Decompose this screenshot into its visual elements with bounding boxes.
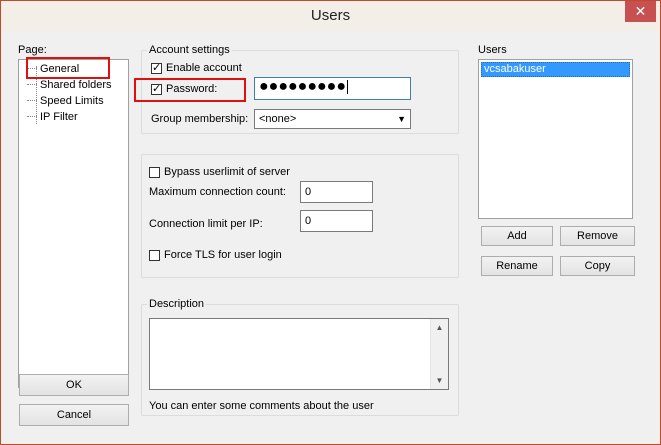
connection-limit-ip-label: Connection limit per IP: <box>149 218 263 230</box>
description-title: Description <box>147 298 207 310</box>
enable-account-checkbox[interactable]: ✓ <box>151 63 162 74</box>
check-icon: ✓ <box>152 83 162 95</box>
group-membership-label: Group membership: <box>151 113 249 125</box>
page-tree[interactable]: General Shared folders Speed Limits IP F… <box>18 59 129 388</box>
tree-item-speed-limits[interactable]: Speed Limits <box>19 94 104 108</box>
chevron-down-icon: ▼ <box>397 114 406 124</box>
window-title: Users <box>310 7 351 24</box>
description-hint: You can enter some comments about the us… <box>149 400 374 412</box>
copy-user-button[interactable]: Copy <box>560 256 635 276</box>
description-scrollbar[interactable]: ▲ ▼ <box>430 319 448 389</box>
dialog-client-area: Page: General Shared folders Speed Limit… <box>8 31 653 439</box>
bypass-userlimit-checkbox[interactable] <box>149 167 160 178</box>
max-connection-input[interactable]: 0 <box>300 181 373 203</box>
users-dialog: Users ✕ Page: General Shared folders Spe… <box>0 0 661 445</box>
tree-item-shared-folders[interactable]: Shared folders <box>19 78 112 92</box>
title-bar[interactable]: Users ✕ <box>1 1 660 31</box>
password-mask: ●●●●●●●●● <box>259 78 346 95</box>
general-highlight-box <box>26 57 110 79</box>
group-membership-select[interactable]: <none> ▼ <box>254 109 411 129</box>
page-label: Page: <box>18 44 47 56</box>
check-icon: ✓ <box>152 62 162 74</box>
bypass-userlimit-label: Bypass userlimit of server <box>164 166 290 178</box>
max-connection-label: Maximum connection count: <box>149 186 286 198</box>
force-tls-checkbox[interactable] <box>149 250 160 261</box>
password-input[interactable]: ●●●●●●●●● <box>254 77 411 100</box>
tree-item-ip-filter[interactable]: IP Filter <box>19 110 78 124</box>
description-textarea[interactable]: ▲ ▼ <box>149 318 449 390</box>
remove-user-button[interactable]: Remove <box>560 226 635 246</box>
force-tls-label: Force TLS for user login <box>164 249 282 261</box>
account-settings-title: Account settings <box>147 44 232 56</box>
add-user-button[interactable]: Add <box>481 226 553 246</box>
scroll-down-icon[interactable]: ▼ <box>431 372 448 389</box>
password-checkbox[interactable]: ✓ <box>151 84 162 95</box>
close-button[interactable]: ✕ <box>625 1 656 22</box>
enable-account-label: Enable account <box>166 62 242 74</box>
rename-user-button[interactable]: Rename <box>481 256 553 276</box>
text-caret <box>346 79 348 94</box>
scroll-up-icon[interactable]: ▲ <box>431 319 448 336</box>
cancel-button[interactable]: Cancel <box>19 404 129 426</box>
password-label: Password: <box>166 83 218 95</box>
users-label: Users <box>478 44 507 56</box>
users-list[interactable]: vcsabakuser <box>478 59 633 219</box>
group-membership-value: <none> <box>259 113 297 125</box>
list-item[interactable]: vcsabakuser <box>481 62 630 77</box>
close-icon: ✕ <box>634 3 647 19</box>
connection-limit-ip-input[interactable]: 0 <box>300 210 373 232</box>
ok-button[interactable]: OK <box>19 374 129 396</box>
